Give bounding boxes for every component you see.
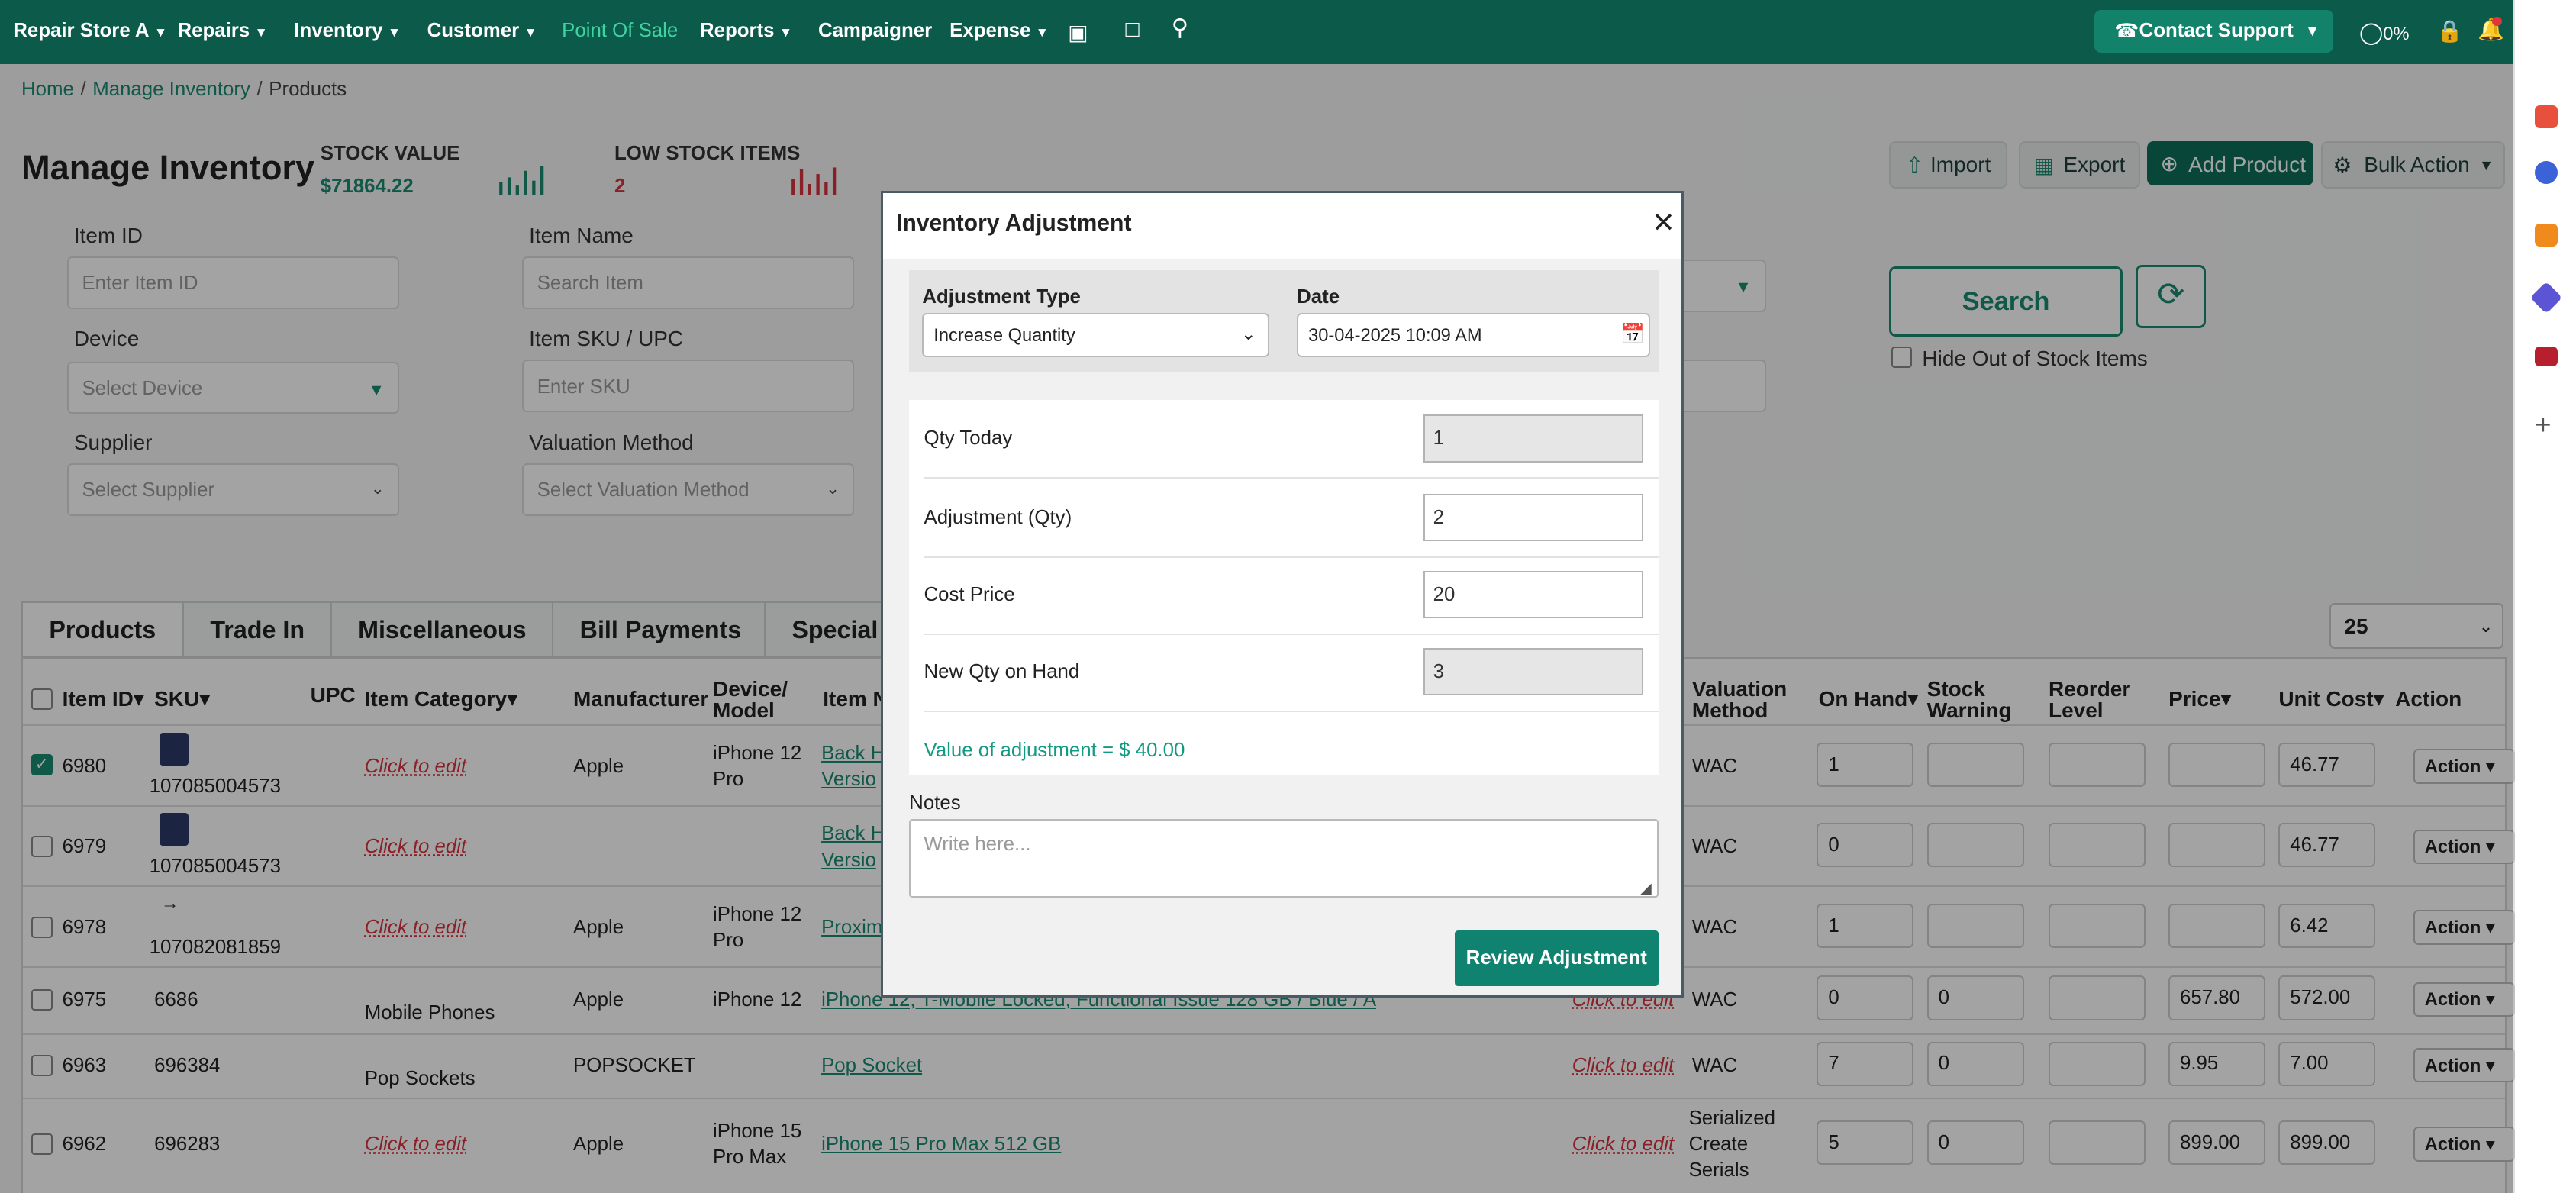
nav-customer[interactable]: Customer ▼ — [427, 20, 537, 42]
qty-today-label: Qty Today — [924, 427, 1013, 450]
cost-price-input[interactable]: 20 — [1423, 570, 1644, 619]
nav-point-of-sale[interactable]: Point Of Sale — [562, 20, 678, 42]
notes-textarea[interactable]: Write here... ◢ — [909, 818, 1659, 898]
new-qty-field: 3 — [1423, 647, 1644, 696]
chat-icon[interactable]: □ — [1125, 17, 1139, 43]
progress-indicator: ◯0% — [2358, 20, 2410, 44]
nav-repairs[interactable]: Repairs ▼ — [177, 20, 267, 42]
tag-icon[interactable] — [2529, 281, 2563, 314]
adjustment-type-label: Adjustment Type — [922, 286, 1081, 308]
lock-icon[interactable]: 🔒 — [2436, 18, 2463, 44]
store-selector[interactable]: Repair Store A ▼ — [13, 20, 167, 42]
new-qty-label: New Qty on Hand — [924, 661, 1080, 683]
resize-handle-icon[interactable]: ◢ — [1640, 879, 1652, 898]
modal-body: Adjustment Type Increase Quantity ⌄ Date … — [882, 258, 1681, 995]
adjustment-qty-input[interactable]: 2 — [1423, 493, 1644, 541]
nav-reports[interactable]: Reports ▼ — [700, 20, 792, 42]
contact-support-button[interactable]: ☎ Contact Support ▼ — [2094, 9, 2333, 53]
chevron-down-icon: ▼ — [2304, 23, 2320, 40]
gift-icon[interactable] — [2535, 105, 2558, 128]
right-rail: + — [2513, 0, 2576, 1193]
plus-icon[interactable]: + — [2535, 409, 2551, 441]
divider — [924, 477, 1659, 479]
chat-bubble-icon[interactable] — [2535, 160, 2558, 185]
note-icon[interactable] — [2535, 223, 2558, 247]
headset-icon: ☎ — [2114, 20, 2139, 42]
nav-expense[interactable]: Expense ▼ — [949, 20, 1049, 42]
modal-title: Inventory Adjustment — [895, 211, 1132, 237]
top-nav: Repair Store A ▼ Repairs ▼ Inventory ▼ Cust… — [0, 0, 2514, 64]
date-input[interactable]: 30-04-2025 10:09 AM 📅 — [1297, 312, 1650, 357]
chevron-down-icon: ⌄ — [1240, 324, 1256, 344]
divider — [924, 556, 1659, 558]
adjustment-header-box: Adjustment Type Increase Quantity ⌄ Date … — [909, 269, 1659, 372]
qty-today-field: 1 — [1423, 414, 1644, 463]
date-label: Date — [1297, 286, 1340, 308]
search-icon[interactable]: ⚲ — [1172, 15, 1188, 41]
divider — [924, 710, 1659, 712]
divider — [924, 633, 1659, 635]
cost-price-label: Cost Price — [924, 583, 1015, 605]
adjustment-fields: Qty Today 1 Adjustment (Qty) 2 Cost Pric… — [909, 399, 1659, 775]
adjustment-qty-label: Adjustment (Qty) — [924, 506, 1072, 528]
app-root: Repair Store A ▼ Repairs ▼ Inventory ▼ Cust… — [0, 0, 2576, 1193]
adjustment-type-select[interactable]: Increase Quantity ⌄ — [922, 312, 1269, 357]
inventory-adjustment-modal: Inventory Adjustment ✕ Adjustment Type I… — [880, 190, 1685, 998]
scan-icon[interactable]: ▣ — [1068, 20, 1088, 45]
nav-inventory[interactable]: Inventory ▼ — [294, 20, 401, 42]
card-icon[interactable] — [2535, 347, 2558, 366]
calendar-icon[interactable]: 📅 — [1620, 323, 1645, 346]
adjustment-value-text: Value of adjustment = $ 40.00 — [924, 740, 1185, 762]
nav-campaigner[interactable]: Campaigner — [818, 20, 932, 42]
notes-label: Notes — [909, 792, 961, 814]
review-adjustment-button[interactable]: Review Adjustment — [1454, 930, 1659, 987]
close-icon[interactable]: ✕ — [1652, 206, 1675, 239]
